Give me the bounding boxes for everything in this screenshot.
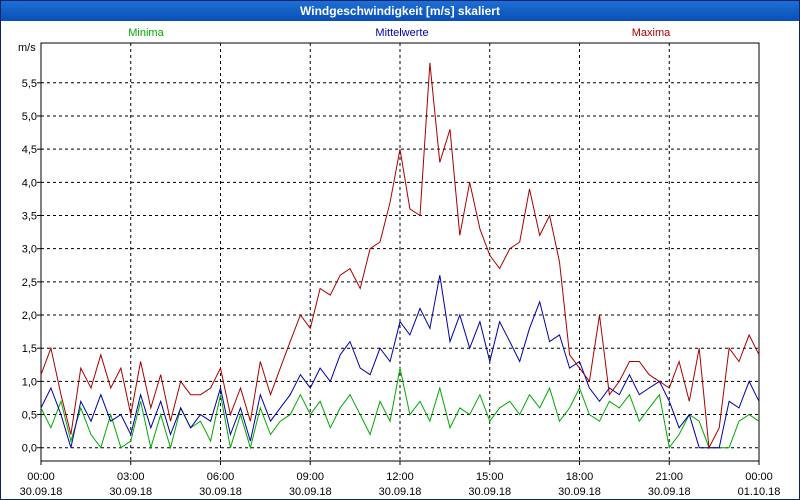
window-title: Windgeschwindigkeit [m/s] skaliert: [1, 1, 799, 21]
y-axis: 0,0 0,5 1,0 1,5 2,0 2,5 3,0 3,5 4,0 4,5 5,0 5,5: [22, 78, 41, 455]
x-tick-date: 30.09.18: [20, 486, 63, 498]
x-tick-date: 30.09.18: [558, 486, 601, 498]
x-tick-time: 00:00: [745, 471, 773, 483]
x-tick-time: 03:00: [117, 471, 145, 483]
wind-speed-chart: 0,0 0,5 1,0 1,5 2,0 2,5 3,0 3,5 4,0 4,5 5,0 5,5 00:…: [18, 27, 781, 498]
y-tick-label: 2,5: [22, 277, 37, 289]
x-tick-time: 09:00: [296, 471, 324, 483]
y-tick-label: 3,0: [22, 244, 37, 256]
x-tick-date: 30.09.18: [199, 486, 242, 498]
legend-maxima: Maxima: [632, 27, 671, 39]
y-tick-label: 2,0: [22, 310, 37, 322]
x-axis: 00:00 30.09.18 03:00 30.09.18 06:00 30.09.18 0…: [20, 461, 781, 498]
x-tick-time: 12:00: [386, 471, 414, 483]
x-tick-date: 30.09.18: [468, 486, 511, 498]
y-tick-label: 1,5: [22, 343, 37, 355]
x-tick-date: 30.09.18: [648, 486, 691, 498]
legend-minima: Minima: [128, 27, 164, 39]
x-tick-time: 18:00: [566, 471, 594, 483]
y-tick-label: 5,0: [22, 111, 37, 123]
y-tick-label: 0,5: [22, 410, 37, 422]
x-tick-time: 00:00: [27, 471, 55, 483]
y-tick-label: 4,0: [22, 177, 37, 189]
y-tick-label: 5,5: [22, 78, 37, 90]
y-axis-label: m/s: [18, 42, 36, 54]
x-tick-date: 30.09.18: [379, 486, 422, 498]
y-tick-label: 1,0: [22, 376, 37, 388]
x-tick-time: 06:00: [207, 471, 235, 483]
x-tick-date: 30.09.18: [289, 486, 332, 498]
chart-window: Windgeschwindigkeit [m/s] skaliert 0,0 0,…: [0, 0, 800, 500]
y-tick-label: 3,5: [22, 211, 37, 223]
x-tick-date: 01.10.18: [738, 486, 781, 498]
y-tick-label: 0,0: [22, 443, 37, 455]
x-tick-date: 30.09.18: [109, 486, 152, 498]
legend-mittelwerte: Mittelwerte: [375, 27, 428, 39]
x-tick-time: 21:00: [655, 471, 683, 483]
x-tick-time: 15:00: [476, 471, 504, 483]
y-tick-label: 4,5: [22, 144, 37, 156]
